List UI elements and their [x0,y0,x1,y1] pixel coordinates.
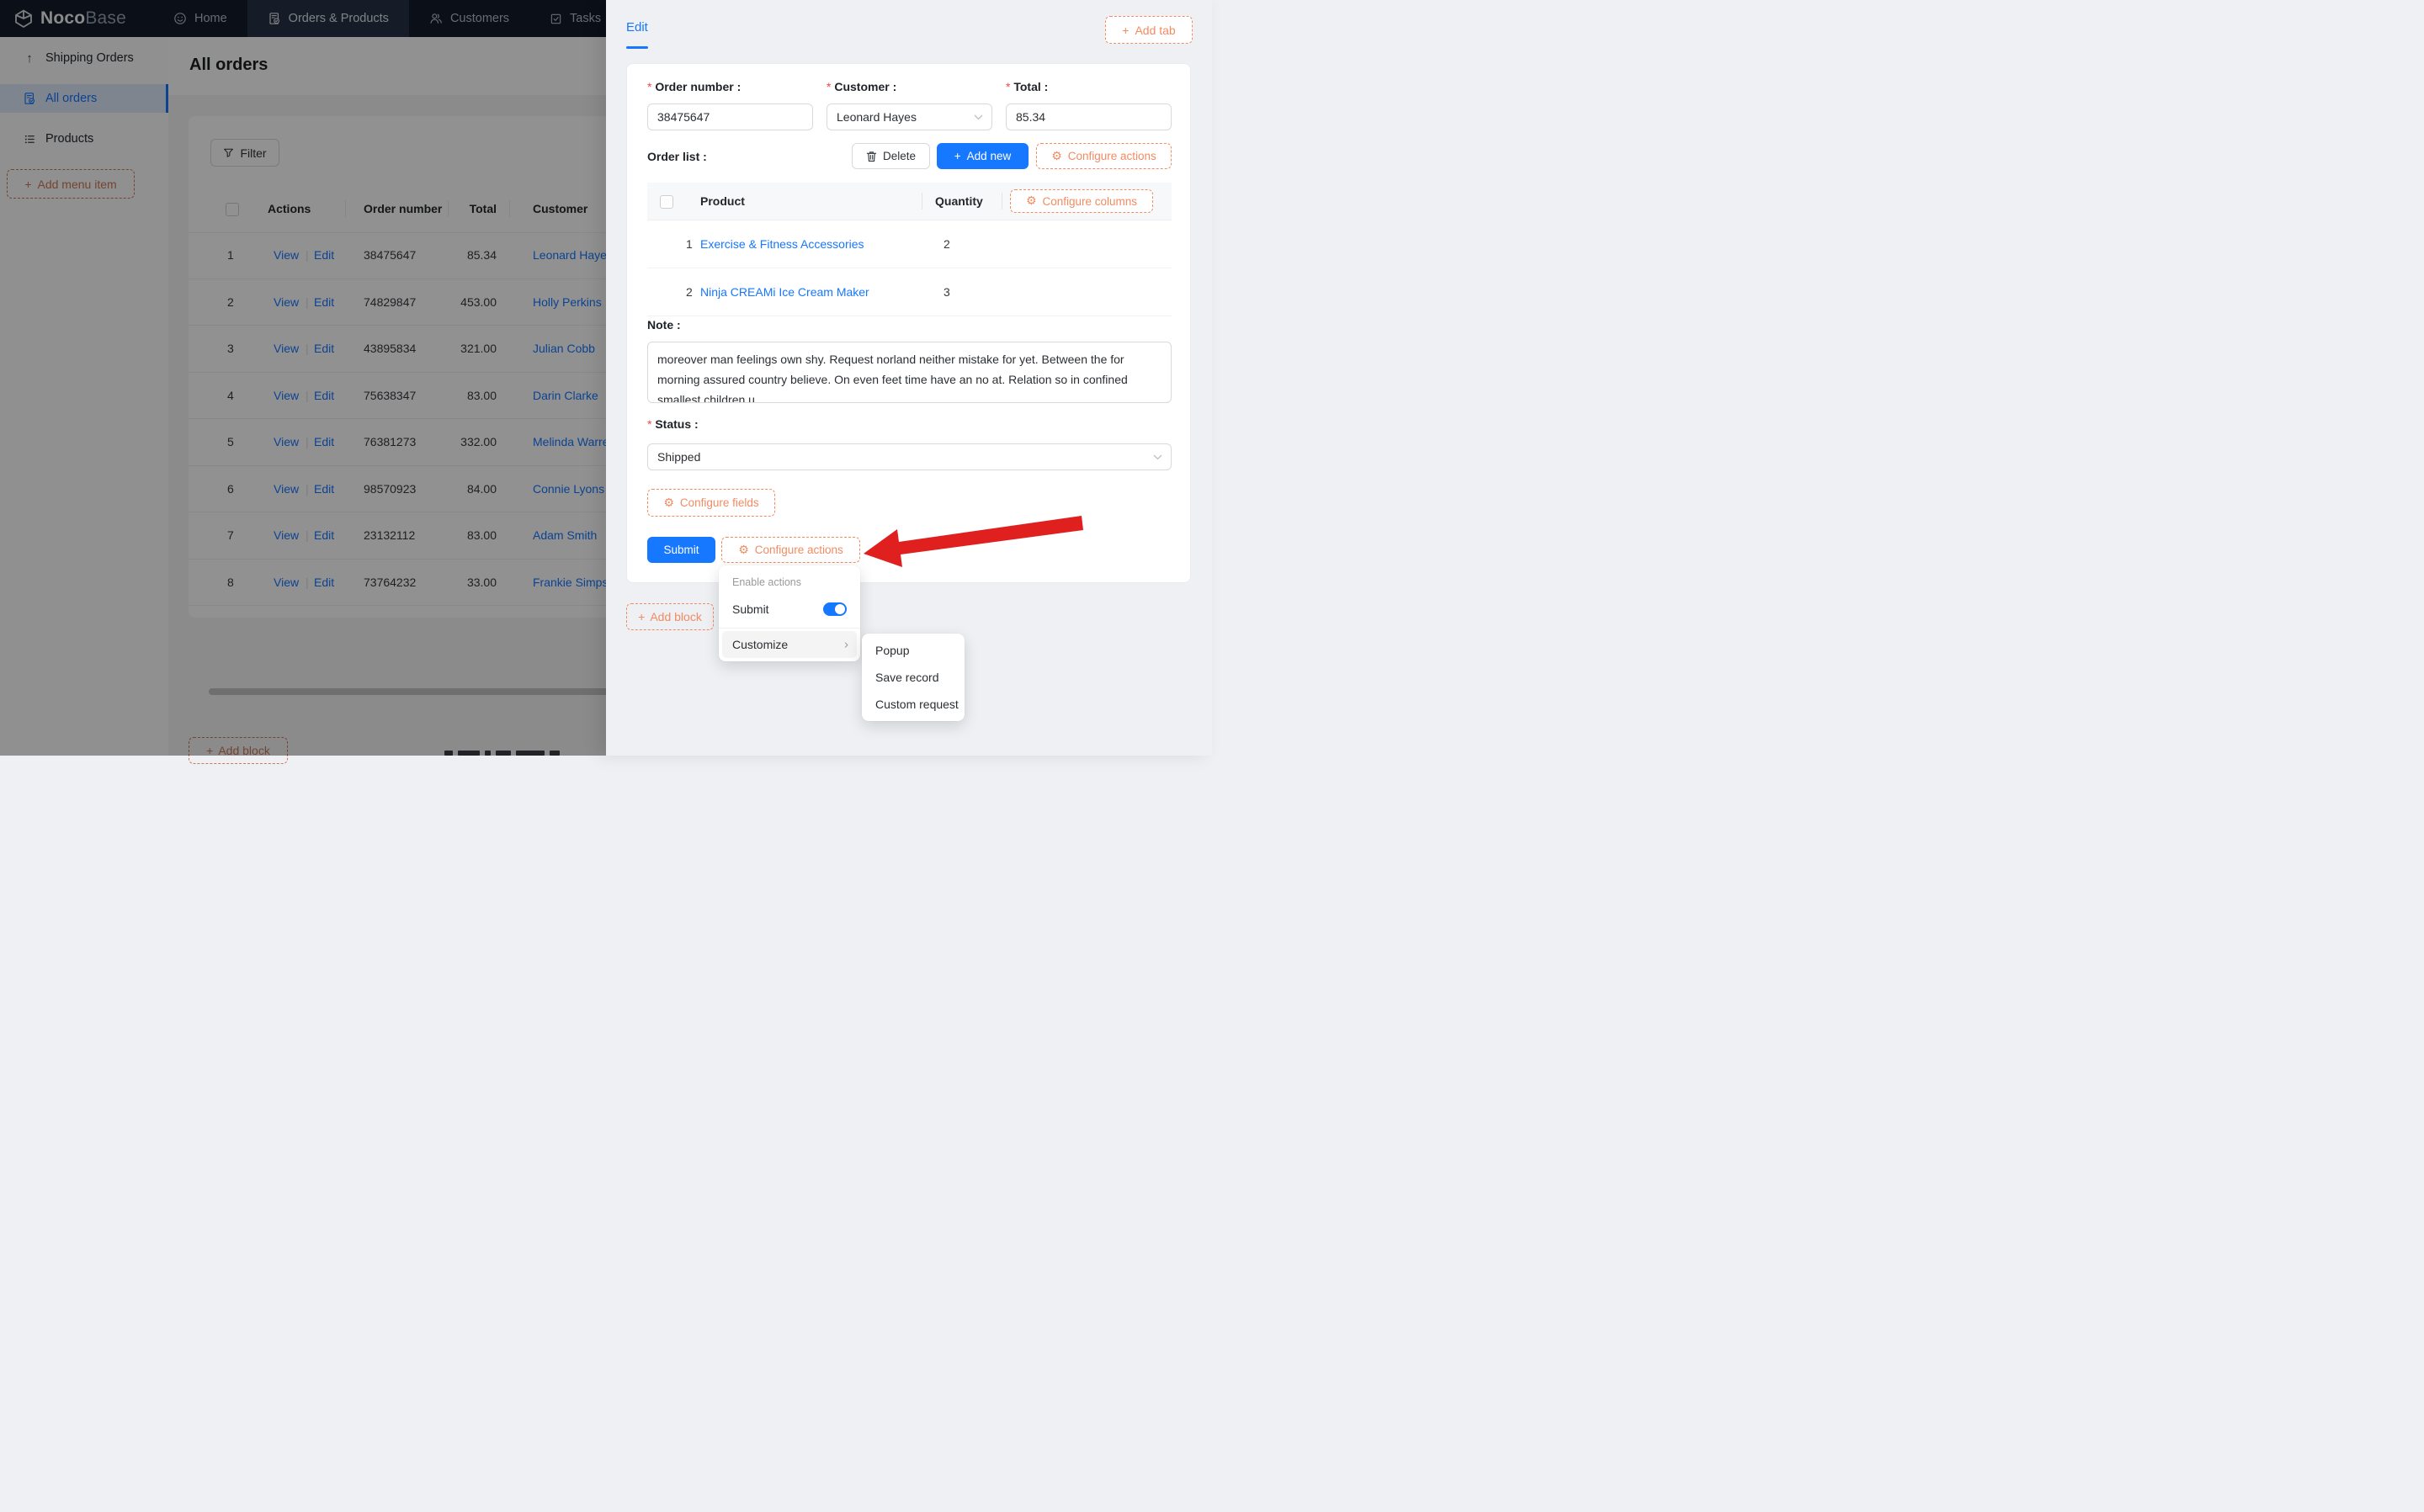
order-list-label: Order list [647,150,707,163]
delete-label: Delete [882,150,917,162]
order-number-input[interactable]: 38475647 [647,103,813,130]
quantity-cell: 2 [944,237,950,251]
edit-form-card: Order number Customer Total 38475647 Leo… [626,63,1191,583]
configure-actions-button-form[interactable]: ⚙ Configure actions [721,537,860,563]
row-index: 1 [686,237,693,251]
plus-icon: + [954,150,961,162]
configure-actions-label: Configure actions [754,544,843,556]
field-label-total: Total [1006,80,1048,93]
column-header-product: Product [700,194,745,208]
gear-icon: ⚙ [738,543,749,557]
add-tab-button[interactable]: + Add tab [1105,16,1193,44]
dropdown-item-customize[interactable]: Customize › [722,631,857,658]
add-tab-label: Add tab [1135,23,1176,37]
configure-fields-button[interactable]: ⚙ Configure fields [647,489,775,517]
chevron-down-icon [974,114,983,120]
dropdown-item-label: Submit [732,602,769,616]
quantity-cell: 3 [944,285,950,299]
dropdown-item-submit[interactable]: Submit [719,596,860,623]
delete-button[interactable]: Delete [852,143,930,169]
submit-button[interactable]: Submit [647,537,715,563]
plus-icon: + [1122,23,1130,37]
gear-icon: ⚙ [663,496,674,510]
toggle-knob [835,604,845,614]
product-link[interactable]: Ninja CREAMi Ice Cream Maker [700,285,869,299]
dropdown-divider [719,628,860,629]
total-input[interactable]: 85.34 [1006,103,1172,130]
configure-actions-label: Configure actions [1067,150,1156,162]
configure-fields-label: Configure fields [679,496,759,509]
dropdown-group-header: Enable actions [732,576,802,588]
add-block-button-drawer[interactable]: + Add block [626,603,714,630]
dropdown-item-label: Customize [732,638,789,651]
add-block-label: Add block [650,610,702,623]
gear-icon: ⚙ [1025,194,1037,208]
note-textarea[interactable]: moreover man feelings own shy. Request n… [647,342,1172,403]
configure-columns-button[interactable]: ⚙ Configure columns [1010,189,1153,213]
drawer-overlay-mask[interactable] [0,0,606,756]
field-label-order-number: Order number [647,80,741,93]
configure-actions-button-orderlist[interactable]: ⚙ Configure actions [1036,143,1172,169]
trash-icon [866,151,877,162]
tab-edit[interactable]: Edit [626,20,648,34]
gear-icon: ⚙ [1051,149,1062,163]
submit-label: Submit [663,544,699,556]
row-index: 2 [686,285,693,299]
customer-select[interactable]: Leonard Hayes [827,103,992,130]
plus-icon: + [638,610,646,623]
add-new-label: Add new [966,150,1012,162]
submenu-item-custom-request[interactable]: Custom request [862,691,965,718]
customize-submenu: Popup Save record Custom request [862,634,965,721]
select-all-checkbox[interactable] [660,195,673,209]
note-label: Note [647,318,681,332]
field-label-customer: Customer [827,80,896,93]
active-tab-indicator [626,46,648,49]
status-select[interactable]: Shipped [647,443,1172,470]
configure-columns-label: Configure columns [1042,194,1138,208]
product-link[interactable]: Exercise & Fitness Accessories [700,237,864,251]
order-list-table-body: 1 Exercise & Fitness Accessories 2 2 Ninja C… [647,220,1172,316]
order-list-row: 2 Ninja CREAMi Ice Cream Maker 3 [647,268,1172,316]
submit-toggle[interactable] [823,602,847,616]
configure-actions-dropdown: Enable actions Submit Customize › [719,565,860,661]
chevron-down-icon [1153,454,1162,460]
chevron-right-icon: › [844,637,848,652]
status-label: Status [647,417,699,431]
submenu-item-save-record[interactable]: Save record [862,664,965,691]
order-list-table: Product Quantity ⚙ Configure columns 1 Ex… [647,183,1172,316]
add-new-button[interactable]: + Add new [937,143,1029,169]
column-header-quantity: Quantity [935,194,983,208]
order-list-row: 1 Exercise & Fitness Accessories 2 [647,220,1172,268]
order-list-table-header: Product Quantity ⚙ Configure columns [647,183,1172,220]
submenu-item-popup[interactable]: Popup [862,637,965,664]
